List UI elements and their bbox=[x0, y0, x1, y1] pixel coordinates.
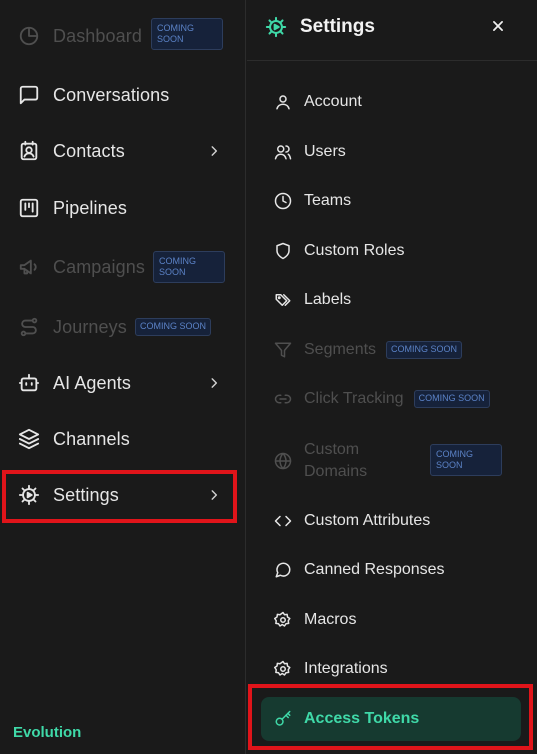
settings-panel-header: Settings bbox=[247, 0, 537, 54]
megaphone-icon bbox=[18, 256, 40, 278]
chevron-right-icon bbox=[207, 488, 221, 502]
chevron-right-icon bbox=[207, 144, 221, 158]
message-circle-icon bbox=[273, 560, 293, 580]
message-square-icon bbox=[18, 84, 40, 106]
sidebar-item-ai-agents[interactable]: AI Agents bbox=[0, 355, 246, 411]
settings-item-label: Custom Attributes bbox=[304, 512, 431, 529]
sidebar-item-conversations[interactable]: Conversations bbox=[0, 67, 246, 123]
settings-item-label: Click Tracking bbox=[304, 390, 404, 407]
divider bbox=[247, 60, 537, 61]
tags-icon bbox=[273, 290, 293, 310]
settings-gear-icon bbox=[265, 16, 287, 38]
sidebar-item-label: Dashboard bbox=[53, 25, 142, 46]
coming-soon-badge: COMING SOON bbox=[413, 390, 490, 408]
coming-soon-badge: COMING SOON bbox=[135, 318, 212, 336]
sidebar-item-journeys[interactable]: Journeys COMING SOON bbox=[0, 299, 246, 355]
sidebar-item-contacts[interactable]: Contacts bbox=[0, 123, 246, 179]
settings-item-label: Users bbox=[304, 143, 346, 160]
cog-icon bbox=[273, 659, 293, 679]
coming-soon-badge: COMING SOON bbox=[386, 341, 463, 359]
sidebar: Dashboard COMING SOON Conversations Cont… bbox=[0, 0, 246, 754]
settings-item-label: Segments bbox=[304, 341, 377, 358]
sidebar-item-label: Pipelines bbox=[53, 197, 127, 218]
settings-item-teams[interactable]: Teams bbox=[261, 179, 521, 223]
shield-icon bbox=[273, 241, 293, 261]
settings-item-label: Macros bbox=[304, 611, 357, 628]
sidebar-item-pipelines[interactable]: Pipelines bbox=[0, 180, 246, 236]
settings-panel: Settings Account Users Teams Custom Role… bbox=[247, 0, 537, 754]
coming-soon-badge: COMING SOON bbox=[151, 18, 223, 50]
key-icon bbox=[273, 709, 293, 729]
sidebar-item-channels[interactable]: Channels bbox=[0, 411, 246, 467]
sidebar-item-label: Journeys bbox=[53, 316, 127, 337]
settings-item-labels[interactable]: Labels bbox=[261, 278, 521, 322]
settings-panel-title: Settings bbox=[300, 16, 375, 37]
clock-icon bbox=[273, 191, 293, 211]
settings-item-label: Custom Roles bbox=[304, 242, 405, 259]
settings-item-click-tracking[interactable]: Click Tracking COMING SOON bbox=[261, 377, 521, 421]
link-icon bbox=[273, 389, 293, 409]
coming-soon-badge: COMING SOON bbox=[430, 444, 502, 476]
layers-icon bbox=[18, 428, 40, 450]
close-icon[interactable] bbox=[485, 13, 511, 39]
settings-item-account[interactable]: Account bbox=[261, 80, 521, 124]
coming-soon-badge: COMING SOON bbox=[153, 251, 225, 283]
settings-item-label: Access Tokens bbox=[304, 710, 420, 727]
sidebar-item-dashboard[interactable]: Dashboard COMING SOON bbox=[0, 8, 246, 64]
settings-item-label: Custom Domains bbox=[304, 441, 368, 480]
settings-item-canned-responses[interactable]: Canned Responses bbox=[261, 548, 521, 592]
settings-gear-icon bbox=[18, 484, 40, 506]
settings-item-macros[interactable]: Macros bbox=[261, 598, 521, 642]
settings-item-label: Teams bbox=[304, 192, 352, 209]
settings-item-label: Canned Responses bbox=[304, 561, 445, 578]
user-icon bbox=[273, 92, 293, 112]
settings-item-custom-attributes[interactable]: Custom Attributes bbox=[261, 499, 521, 543]
cog-icon bbox=[273, 610, 293, 630]
code-icon bbox=[273, 511, 293, 531]
settings-item-access-tokens[interactable]: Access Tokens bbox=[261, 697, 521, 741]
chevron-right-icon bbox=[207, 376, 221, 390]
settings-item-custom-roles[interactable]: Custom Roles bbox=[261, 229, 521, 273]
brand-name: Evolution bbox=[13, 724, 82, 741]
settings-item-label: Integrations bbox=[304, 660, 388, 677]
sidebar-item-label: Contacts bbox=[53, 140, 125, 161]
globe-icon bbox=[273, 451, 293, 471]
sidebar-item-label: Channels bbox=[53, 428, 130, 449]
sidebar-item-campaigns[interactable]: Campaigns COMING SOON bbox=[0, 239, 246, 295]
settings-item-segments[interactable]: Segments COMING SOON bbox=[261, 328, 521, 372]
sidebar-item-label: Campaigns bbox=[53, 256, 145, 277]
route-icon bbox=[18, 316, 40, 338]
settings-item-label: Account bbox=[304, 93, 362, 110]
sidebar-item-settings[interactable]: Settings bbox=[0, 467, 246, 523]
settings-item-custom-domains[interactable]: Custom Domains COMING SOON bbox=[261, 438, 521, 484]
settings-item-label: Labels bbox=[304, 291, 352, 308]
sidebar-item-label: Conversations bbox=[53, 84, 170, 105]
pie-chart-icon bbox=[18, 25, 40, 47]
filter-icon bbox=[273, 340, 293, 360]
bot-icon bbox=[18, 372, 40, 394]
settings-item-users[interactable]: Users bbox=[261, 130, 521, 174]
contact-card-icon bbox=[18, 140, 40, 162]
settings-item-integrations[interactable]: Integrations bbox=[261, 647, 521, 691]
kanban-icon bbox=[18, 197, 40, 219]
sidebar-item-label: Settings bbox=[53, 484, 119, 505]
users-icon bbox=[273, 142, 293, 162]
sidebar-item-label: AI Agents bbox=[53, 372, 131, 393]
